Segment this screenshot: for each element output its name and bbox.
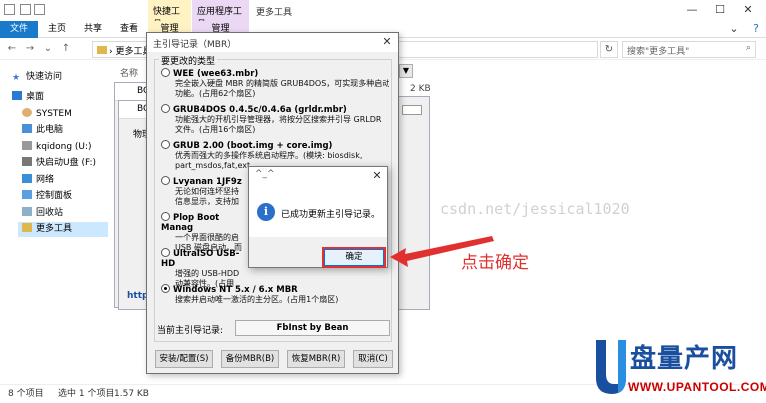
search-input[interactable]: 搜索"更多工具" ⌕: [622, 41, 756, 58]
ok-button[interactable]: 确定: [324, 249, 384, 266]
usb-drive-icon: [22, 157, 32, 166]
bootice-window-right-edge: [396, 96, 430, 310]
radio-lvyanan[interactable]: [161, 176, 170, 185]
logo-u-icon: [596, 340, 626, 394]
user-icon: [22, 108, 32, 117]
nav-item-desktop[interactable]: 桌面: [12, 90, 44, 105]
status-item-count: 8 个项目: [8, 389, 44, 399]
backup-mbr-button[interactable]: 备份MBR(B): [221, 350, 279, 368]
option-lvyanan[interactable]: Lvyanan 1JF9z 无论如何连坏坚持 信息显示，支持加: [161, 176, 251, 207]
help-icon[interactable]: ?: [742, 21, 766, 37]
close-icon[interactable]: ✕: [380, 35, 394, 49]
radio-grub2[interactable]: [161, 140, 170, 149]
current-mbr-value: FbInst by Bean: [235, 320, 390, 336]
current-mbr-label: 当前主引导记录:: [157, 326, 224, 336]
tab-view[interactable]: 查看: [114, 21, 144, 38]
nav-item-system[interactable]: SYSTEM: [22, 107, 72, 122]
quick-access-properties-icon[interactable]: [34, 4, 45, 15]
forward-icon[interactable]: →: [24, 42, 36, 56]
window-title: 更多工具: [256, 8, 293, 18]
radio-wee[interactable]: [161, 68, 170, 77]
nav-item-control-panel[interactable]: 控制面板: [22, 189, 72, 204]
radio-windows-nt[interactable]: [161, 284, 170, 293]
option-wee[interactable]: WEE (wee63.mbr) 完全嵌入硬盘 MBR 的精简版 GRUB4DOS…: [161, 68, 389, 99]
nav-item-more-tools[interactable]: 更多工具: [18, 222, 108, 237]
minimize-icon[interactable]: —: [678, 2, 706, 18]
radio-ultraiso[interactable]: [161, 248, 170, 257]
tab-file[interactable]: 文件: [0, 21, 38, 38]
option-plop[interactable]: Plop Boot Manag 一个界面很酷的启 USB 磁盘启动，而: [161, 212, 251, 253]
folder-icon: [97, 46, 107, 54]
refresh-icon[interactable]: ↻: [600, 41, 618, 58]
option-grub4dos[interactable]: GRUB4DOS 0.4.5c/0.4.6a (grldr.mbr) 功能强大的…: [161, 104, 389, 135]
mbr-group-label: 要更改的类型: [159, 54, 218, 67]
network-icon: [22, 174, 32, 183]
message-text: 已成功更新主引导记录。: [281, 210, 381, 220]
maximize-icon[interactable]: ☐: [706, 2, 734, 18]
nav-item-drive-u[interactable]: kqidong (U:): [22, 140, 92, 155]
file-size-cell: 2 KB: [410, 84, 431, 94]
status-size: 1.57 KB: [114, 389, 149, 399]
site-logo: 盘量产网 WWW.UPANTOOL.COM: [592, 336, 766, 400]
nav-item-quick-access[interactable]: ★ 快速访问: [12, 70, 62, 85]
radio-grub4dos[interactable]: [161, 104, 170, 113]
nav-item-this-pc[interactable]: 此电脑: [22, 123, 63, 138]
navigation-pane: ★ 快速访问 桌面 SYSTEM 此电脑 kqidong (U:) 快启动U盘 (…: [0, 60, 112, 380]
tab-home[interactable]: 主页: [42, 21, 72, 38]
search-placeholder: 搜索"更多工具": [627, 47, 690, 57]
install-config-button[interactable]: 安装/配置(S): [155, 350, 213, 368]
watermark-text: csdn.net/jessical1020: [440, 200, 630, 218]
logo-sub-text: WWW.UPANTOOL.COM: [628, 380, 766, 394]
drive-icon: [22, 141, 32, 150]
desktop-icon: [12, 91, 22, 100]
restore-mbr-button[interactable]: 恢复MBR(R): [287, 350, 345, 368]
context-tab-app-tools[interactable]: 应用程序工具: [192, 0, 249, 30]
cancel-button[interactable]: 取消(C): [353, 350, 393, 368]
annotation-text: 点击确定: [461, 253, 529, 273]
mbr-dialog-title: 主引导记录（MBR）: [147, 33, 398, 52]
star-icon: ★: [12, 73, 21, 83]
explorer-titlebar: [0, 0, 766, 21]
nav-item-network[interactable]: 网络: [22, 173, 54, 188]
dropdown-arrow-icon[interactable]: ▼: [399, 64, 413, 78]
back-icon[interactable]: ←: [6, 42, 18, 56]
column-header-name[interactable]: 名称: [120, 66, 138, 79]
info-icon: i: [257, 203, 275, 221]
close-icon[interactable]: ✕: [371, 169, 383, 183]
folder-icon: [22, 223, 32, 232]
context-tab-shortcut-tools[interactable]: 快捷工具: [148, 0, 191, 30]
nav-item-drive-f[interactable]: 快启动U盘 (F:): [22, 156, 96, 171]
status-selected: 选中 1 个项目: [58, 389, 115, 399]
folder-icon: [4, 4, 15, 15]
search-icon: ⌕: [745, 43, 751, 53]
up-icon[interactable]: ↑: [60, 42, 72, 56]
nav-item-recycle-bin[interactable]: 回收站: [22, 206, 63, 221]
option-windows-nt[interactable]: Windows NT 5.x / 6.x MBR 搜索并启动唯一激活的主分区。(…: [161, 284, 389, 305]
bootice-close-icon[interactable]: [402, 105, 422, 115]
recent-dropdown-icon[interactable]: ⌄: [42, 42, 54, 56]
option-ultraiso[interactable]: UltraISO USB-HD 增强的 USB-HDD 动兼容性。(占用: [161, 248, 251, 289]
message-title: ^_^: [255, 169, 275, 179]
control-panel-icon: [22, 190, 32, 199]
recycle-bin-icon: [22, 207, 32, 216]
logo-main-text: 盘量产网: [630, 344, 739, 374]
radio-plop[interactable]: [161, 212, 170, 221]
pc-icon: [22, 124, 32, 133]
close-icon[interactable]: ✕: [734, 2, 762, 18]
tab-share[interactable]: 共享: [78, 21, 108, 38]
quick-access-new-folder-icon[interactable]: [20, 4, 31, 15]
